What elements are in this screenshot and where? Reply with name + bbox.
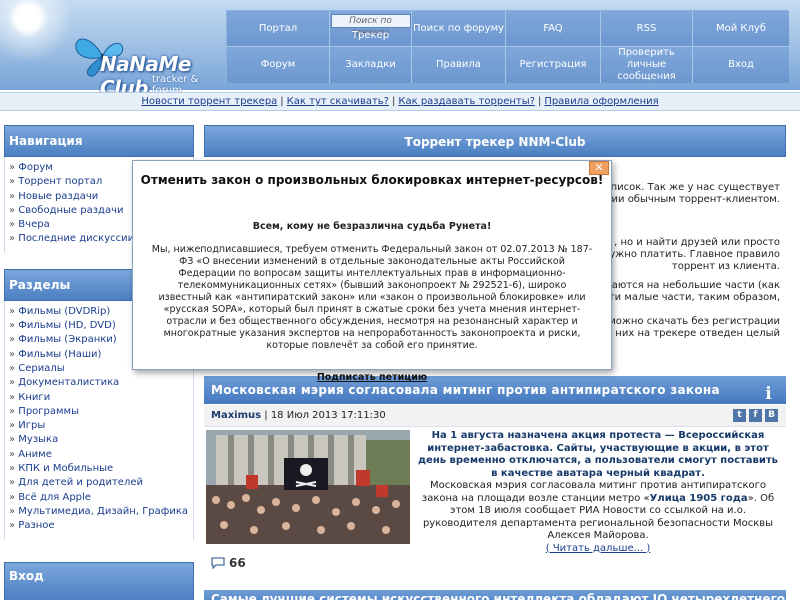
social-share-buttons: t f B <box>733 409 778 422</box>
navigation-panel-title: Навигация <box>4 125 194 157</box>
link-tracker-news[interactable]: Новости торрент трекера <box>141 96 277 107</box>
next-news-title-text[interactable]: Самые лучшие системы искусственного инте… <box>211 592 785 600</box>
popup-lead: Всем, кому не безразлична судьба Рунета! <box>252 221 492 232</box>
nav-faq[interactable]: FAQ <box>506 11 601 47</box>
nav-rules[interactable]: Правила <box>412 47 506 83</box>
section-item[interactable]: КПК и Мобильные <box>9 462 189 476</box>
sun-glow-decoration <box>0 0 70 60</box>
main-navigation: Портал Поиск по трекеру Трекер Поиск по … <box>226 10 789 83</box>
popup-text: Мы, нижеподписавшиеся, требуем отменить … <box>151 244 593 351</box>
section-item[interactable]: Программы <box>9 405 189 419</box>
nav-tracker-label[interactable]: Трекер <box>352 30 389 42</box>
info-icon[interactable]: i <box>765 380 772 408</box>
comment-icon <box>211 557 225 569</box>
petition-popup: ✕ Отменить закон о произвольных блокиров… <box>132 160 612 383</box>
news-photo <box>206 430 410 544</box>
section-item[interactable]: Книги <box>9 391 189 405</box>
section-item[interactable]: Аниме <box>9 448 189 462</box>
site-header: NaNaMe Club tracker & forum Портал Поиск… <box>0 0 800 100</box>
nav-forum-search[interactable]: Поиск по форуму <box>412 11 506 47</box>
nav-my-club[interactable]: Мой Клуб <box>693 11 789 47</box>
link-how-to-download[interactable]: Как тут скачивать? <box>287 96 389 107</box>
comments-count[interactable]: 66 <box>211 556 246 570</box>
link-how-to-seed[interactable]: Как раздавать торренты? <box>398 96 535 107</box>
close-icon[interactable]: ✕ <box>589 161 609 175</box>
popup-title: Отменить закон о произвольных блокировка… <box>140 173 604 187</box>
quick-links-bar: Новости торрент трекера | Как тут скачиват… <box>0 92 800 111</box>
link-formatting-rules[interactable]: Правила оформления <box>544 96 658 107</box>
news-author[interactable]: Maximus <box>211 410 261 421</box>
nav-register[interactable]: Регистрация <box>506 47 601 83</box>
facebook-icon[interactable]: f <box>749 409 762 422</box>
news-date: 18 Июл 2013 17:11:30 <box>270 410 386 421</box>
nav-check-messages[interactable]: Проверить личные сообщения <box>601 47 693 83</box>
news-meta: Maximus | 18 Июл 2013 17:11:30 t f B <box>204 405 786 427</box>
nav-bookmarks[interactable]: Закладки <box>330 47 412 83</box>
vkontakte-icon[interactable]: B <box>765 409 778 422</box>
tracker-search-input[interactable]: Поиск по трекеру <box>330 13 411 38</box>
main-title: Торрент трекер NNM-Club <box>204 125 786 157</box>
news-title-text[interactable]: Московская мэрия согласовала митинг прот… <box>211 383 720 397</box>
section-item[interactable]: Разное <box>9 519 189 533</box>
comments-number: 66 <box>229 556 246 570</box>
nav-rss[interactable]: RSS <box>601 11 693 47</box>
read-more-link[interactable]: ( Читать дальше... ) <box>546 543 651 554</box>
section-item[interactable]: Всё для Apple <box>9 491 189 505</box>
section-item[interactable]: Для детей и родителей <box>9 476 189 490</box>
section-item[interactable]: Музыка <box>9 433 189 447</box>
login-panel-title: Вход <box>4 561 194 600</box>
news-text-metro: Улица 1905 года <box>649 492 748 504</box>
nav-portal[interactable]: Портал <box>227 11 330 47</box>
section-item[interactable]: Мультимедиа, Дизайн, Графика <box>9 505 189 519</box>
nav-forum[interactable]: Форум <box>227 47 330 83</box>
next-news-title[interactable]: Самые лучшие системы искусственного инте… <box>204 590 786 600</box>
intro-line: рации обычным торрент-клиентом. <box>592 194 780 205</box>
news-lead: На 1 августа назначена акция протеста — … <box>417 430 778 479</box>
nav-login[interactable]: Вход <box>693 47 789 83</box>
sign-petition-link[interactable]: Подписать петицию <box>133 372 611 383</box>
main-content: Торрент трекер NNM-Club <box>204 125 786 157</box>
twitter-icon[interactable]: t <box>733 409 746 422</box>
site-logo[interactable]: NaNaMe Club tracker & forum <box>72 30 222 100</box>
section-item[interactable]: Игры <box>9 419 189 433</box>
intro-line: од них на трекере отведен целый <box>599 328 780 339</box>
nav-tracker[interactable]: Поиск по трекеру Трекер <box>330 11 412 47</box>
intro-line: торрент из клиента. <box>671 261 780 272</box>
news-body: На 1 августа назначена акция протеста — … <box>417 430 779 555</box>
